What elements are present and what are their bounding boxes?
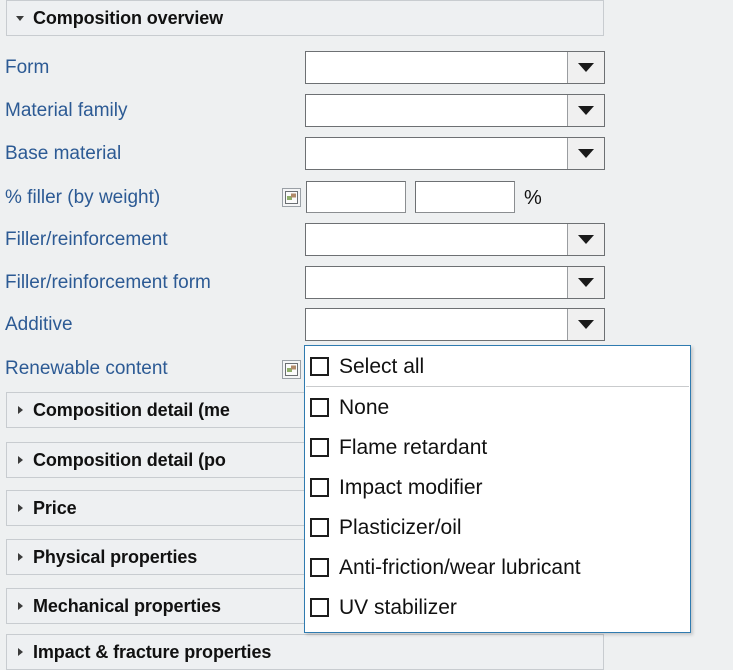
section-header-composition-overview[interactable]: Composition overview xyxy=(6,0,604,36)
combo-base-material-value[interactable] xyxy=(306,138,567,169)
dropdown-item-label: None xyxy=(339,395,390,419)
combo-base-material[interactable] xyxy=(305,137,605,170)
dropdown-arrow-icon[interactable] xyxy=(567,309,604,340)
dropdown-arrow-icon[interactable] xyxy=(567,138,604,169)
checkbox-plasticizer-oil[interactable] xyxy=(310,517,329,537)
chevron-down-icon[interactable] xyxy=(7,15,33,21)
label-additive: Additive xyxy=(5,314,73,335)
checkbox-flame-retardant[interactable] xyxy=(310,437,329,457)
dropdown-item-anti-friction-wear-lubricant[interactable]: Anti-friction/wear lubricant xyxy=(305,547,690,587)
dropdown-item-none[interactable]: None xyxy=(305,387,690,427)
section-title: Composition detail (po xyxy=(33,449,226,470)
section-title: Impact & fracture properties xyxy=(33,641,272,662)
dropdown-item-flame-retardant[interactable]: Flame retardant xyxy=(305,427,690,467)
label-base-material: Base material xyxy=(5,143,122,164)
label-renewable-content: Renewable content xyxy=(5,358,168,379)
combo-material-family[interactable] xyxy=(305,94,605,127)
combo-material-family-value[interactable] xyxy=(306,95,567,126)
combo-form-value[interactable] xyxy=(306,52,567,83)
combo-additive[interactable] xyxy=(305,308,605,341)
section-header-impact-fracture-properties[interactable]: Impact & fracture properties xyxy=(6,634,604,670)
chevron-right-icon[interactable] xyxy=(7,602,33,610)
chevron-right-icon[interactable] xyxy=(7,553,33,561)
dropdown-arrow-icon[interactable] xyxy=(567,267,604,298)
section-title: Price xyxy=(33,497,77,518)
dropdown-item-label: Flame retardant xyxy=(339,435,488,459)
percent-unit-label: % xyxy=(524,187,542,209)
dropdown-arrow-icon[interactable] xyxy=(567,52,604,83)
filler-percent-max-input[interactable] xyxy=(415,181,515,213)
section-title: Mechanical properties xyxy=(33,595,221,616)
section-title: Composition overview xyxy=(33,7,224,28)
combo-filler-reinforcement[interactable] xyxy=(305,223,605,256)
combo-filler-reinforcement-form-value[interactable] xyxy=(306,267,567,298)
chevron-right-icon[interactable] xyxy=(7,456,33,464)
dropdown-arrow-icon[interactable] xyxy=(567,224,604,255)
chevron-right-icon[interactable] xyxy=(7,406,33,414)
combo-filler-reinforcement-value[interactable] xyxy=(306,224,567,255)
label-filler-percent: % filler (by weight) xyxy=(5,187,161,208)
checkbox-none[interactable] xyxy=(310,397,329,417)
dropdown-item-label: Plasticizer/oil xyxy=(339,515,462,539)
dropdown-item-label: Select all xyxy=(339,354,425,378)
combo-filler-reinforcement-form[interactable] xyxy=(305,266,605,299)
image-attachment-icon[interactable] xyxy=(282,188,301,207)
dropdown-arrow-icon[interactable] xyxy=(567,95,604,126)
label-filler-reinforcement: Filler/reinforcement xyxy=(5,229,168,250)
dropdown-item-label: Anti-friction/wear lubricant xyxy=(339,555,581,579)
section-title: Physical properties xyxy=(33,546,198,567)
checkbox-impact-modifier[interactable] xyxy=(310,477,329,497)
dropdown-item-label: Impact modifier xyxy=(339,475,483,499)
dropdown-item-uv-stabilizer[interactable]: UV stabilizer xyxy=(305,587,690,627)
combo-form[interactable] xyxy=(305,51,605,84)
combo-additive-value[interactable] xyxy=(306,309,567,340)
filler-percent-min-input[interactable] xyxy=(306,181,406,213)
dropdown-item-select-all[interactable]: Select all xyxy=(305,346,690,386)
dropdown-item-plasticizer-oil[interactable]: Plasticizer/oil xyxy=(305,507,690,547)
checkbox-select-all[interactable] xyxy=(310,356,329,376)
section-title: Composition detail (me xyxy=(33,399,230,420)
label-filler-reinforcement-form: Filler/reinforcement form xyxy=(5,272,211,293)
image-attachment-icon[interactable] xyxy=(282,360,301,379)
chevron-right-icon[interactable] xyxy=(7,648,33,656)
checkbox-anti-friction-wear-lubricant[interactable] xyxy=(310,557,329,577)
label-material-family: Material family xyxy=(5,100,128,121)
checkbox-uv-stabilizer[interactable] xyxy=(310,597,329,617)
dropdown-item-label: UV stabilizer xyxy=(339,595,457,619)
chevron-right-icon[interactable] xyxy=(7,504,33,512)
additive-dropdown-popup[interactable]: Select all None Flame retardant Impact m… xyxy=(304,345,691,633)
label-form: Form xyxy=(5,57,50,78)
dropdown-item-impact-modifier[interactable]: Impact modifier xyxy=(305,467,690,507)
